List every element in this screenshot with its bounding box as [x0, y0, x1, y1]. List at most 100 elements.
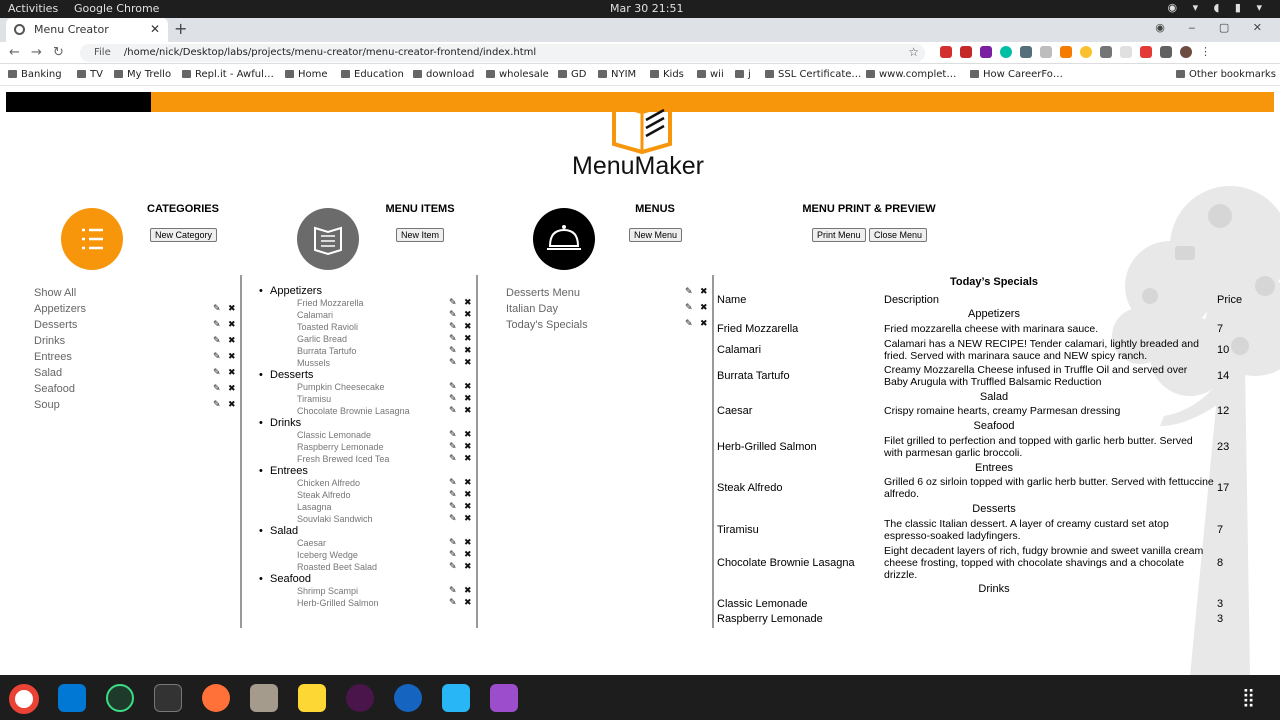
kebab-menu-icon[interactable]: ⋮ [1200, 46, 1212, 58]
edit-icon[interactable]: ✎ [449, 562, 457, 572]
delete-icon[interactable]: ✖ [464, 430, 472, 440]
edit-icon[interactable]: ✎ [213, 400, 221, 410]
menu-item[interactable]: Toasted Ravioli [297, 322, 358, 332]
bookmark-item[interactable]: My Trello [114, 69, 171, 80]
edit-icon[interactable]: ✎ [685, 319, 693, 329]
extension-icon[interactable] [960, 46, 972, 58]
delete-icon[interactable]: ✖ [464, 334, 472, 344]
menu-item[interactable]: Classic Lemonade [297, 430, 371, 440]
delete-icon[interactable]: ✖ [228, 352, 236, 362]
extension-icon[interactable] [1000, 46, 1012, 58]
files-icon[interactable] [250, 684, 278, 712]
extension-icon[interactable] [940, 46, 952, 58]
edit-icon[interactable]: ✎ [213, 368, 221, 378]
delete-icon[interactable]: ✖ [700, 319, 708, 329]
edit-icon[interactable]: ✎ [449, 454, 457, 464]
delete-icon[interactable]: ✖ [464, 478, 472, 488]
delete-icon[interactable]: ✖ [464, 550, 472, 560]
bookmark-item[interactable]: TV [77, 69, 103, 80]
edit-icon[interactable]: ✎ [449, 586, 457, 596]
new-menu-button[interactable]: New Menu [629, 228, 683, 242]
bookmark-item[interactable]: Education [341, 69, 404, 80]
delete-icon[interactable]: ✖ [464, 586, 472, 596]
edit-icon[interactable]: ✎ [449, 430, 457, 440]
edit-icon[interactable]: ✎ [449, 394, 457, 404]
category-item[interactable]: Drinks [34, 335, 65, 347]
forward-icon[interactable]: → [31, 45, 42, 60]
tab-menu-creator[interactable]: Menu Creator ✕ [6, 18, 168, 42]
activities-button[interactable]: Activities [8, 2, 58, 15]
category-item[interactable]: Desserts [34, 319, 77, 331]
edit-icon[interactable]: ✎ [213, 384, 221, 394]
delete-icon[interactable]: ✖ [464, 322, 472, 332]
app-menu[interactable]: Google Chrome [74, 2, 159, 15]
bookmark-item[interactable]: wholesale [486, 69, 549, 80]
menu-item[interactable]: Chicken Alfredo [297, 478, 360, 488]
bookmark-item[interactable]: www.complet… [866, 69, 956, 80]
edit-icon[interactable]: ✎ [449, 490, 457, 500]
edit-icon[interactable]: ✎ [685, 287, 693, 297]
bookmark-item[interactable]: wii [697, 69, 724, 80]
edit-icon[interactable]: ✎ [449, 310, 457, 320]
video-player-icon[interactable] [490, 684, 518, 712]
edit-icon[interactable]: ✎ [449, 382, 457, 392]
category-item[interactable]: Soup [34, 399, 60, 411]
extension-icon[interactable] [1020, 46, 1032, 58]
delete-icon[interactable]: ✖ [464, 358, 472, 368]
edit-icon[interactable]: ✎ [449, 598, 457, 608]
terminal-icon[interactable] [154, 684, 182, 712]
thunderbird-icon[interactable] [394, 684, 422, 712]
close-tab-icon[interactable]: ✕ [150, 22, 160, 36]
docker-icon[interactable] [442, 684, 470, 712]
edit-icon[interactable]: ✎ [685, 303, 693, 313]
menu-entry[interactable]: Italian Day [506, 303, 558, 315]
edit-icon[interactable]: ✎ [449, 502, 457, 512]
vscode-icon[interactable] [58, 684, 86, 712]
category-item[interactable]: Seafood [34, 383, 75, 395]
extension-icon[interactable] [1120, 46, 1132, 58]
new-item-button[interactable]: New Item [396, 228, 445, 242]
bookmark-star-icon[interactable]: ☆ [908, 45, 919, 59]
menu-item[interactable]: Caesar [297, 538, 326, 548]
delete-icon[interactable]: ✖ [228, 368, 236, 378]
slack-icon[interactable] [346, 684, 374, 712]
edit-icon[interactable]: ✎ [449, 334, 457, 344]
edit-icon[interactable]: ✎ [213, 336, 221, 346]
new-category-button[interactable]: New Category [150, 228, 218, 242]
delete-icon[interactable]: ✖ [228, 304, 236, 314]
edit-icon[interactable]: ✎ [449, 538, 457, 548]
puzzle-icon[interactable] [1160, 46, 1172, 58]
bookmark-item[interactable]: j [735, 69, 751, 80]
delete-icon[interactable]: ✖ [228, 400, 236, 410]
delete-icon[interactable]: ✖ [228, 320, 236, 330]
delete-icon[interactable]: ✖ [464, 490, 472, 500]
menu-item[interactable]: Chocolate Brownie Lasagna [297, 406, 410, 416]
window-controls[interactable]: ◉ ‒ ▢ ✕ [1155, 21, 1272, 34]
delete-icon[interactable]: ✖ [464, 502, 472, 512]
edit-icon[interactable]: ✎ [213, 352, 221, 362]
category-item[interactable]: Entrees [34, 351, 72, 363]
menu-item[interactable]: Pumpkin Cheesecake [297, 382, 385, 392]
menu-item[interactable]: Tiramisu [297, 394, 331, 404]
notes-icon[interactable] [298, 684, 326, 712]
close-menu-button[interactable]: Close Menu [869, 228, 928, 242]
category-item[interactable]: Appetizers [34, 303, 86, 315]
extension-icon[interactable] [1040, 46, 1052, 58]
delete-icon[interactable]: ✖ [464, 310, 472, 320]
delete-icon[interactable]: ✖ [464, 454, 472, 464]
category-item[interactable]: Salad [34, 367, 62, 379]
bookmark-item[interactable]: Banking [8, 69, 62, 80]
extension-icon[interactable] [1100, 46, 1112, 58]
edit-icon[interactable]: ✎ [449, 478, 457, 488]
menu-entry[interactable]: Today's Specials [506, 319, 588, 331]
bookmark-item[interactable]: How CareerFo… [970, 69, 1063, 80]
delete-icon[interactable]: ✖ [700, 287, 708, 297]
delete-icon[interactable]: ✖ [464, 394, 472, 404]
bookmark-item[interactable]: NYIM [598, 69, 636, 80]
firefox-icon[interactable] [202, 684, 230, 712]
menu-item[interactable]: Raspberry Lemonade [297, 442, 384, 452]
edit-icon[interactable]: ✎ [449, 550, 457, 560]
back-icon[interactable]: ← [9, 45, 20, 60]
menu-item[interactable]: Fresh Brewed Iced Tea [297, 454, 389, 464]
menu-item[interactable]: Herb-Grilled Salmon [297, 598, 379, 608]
